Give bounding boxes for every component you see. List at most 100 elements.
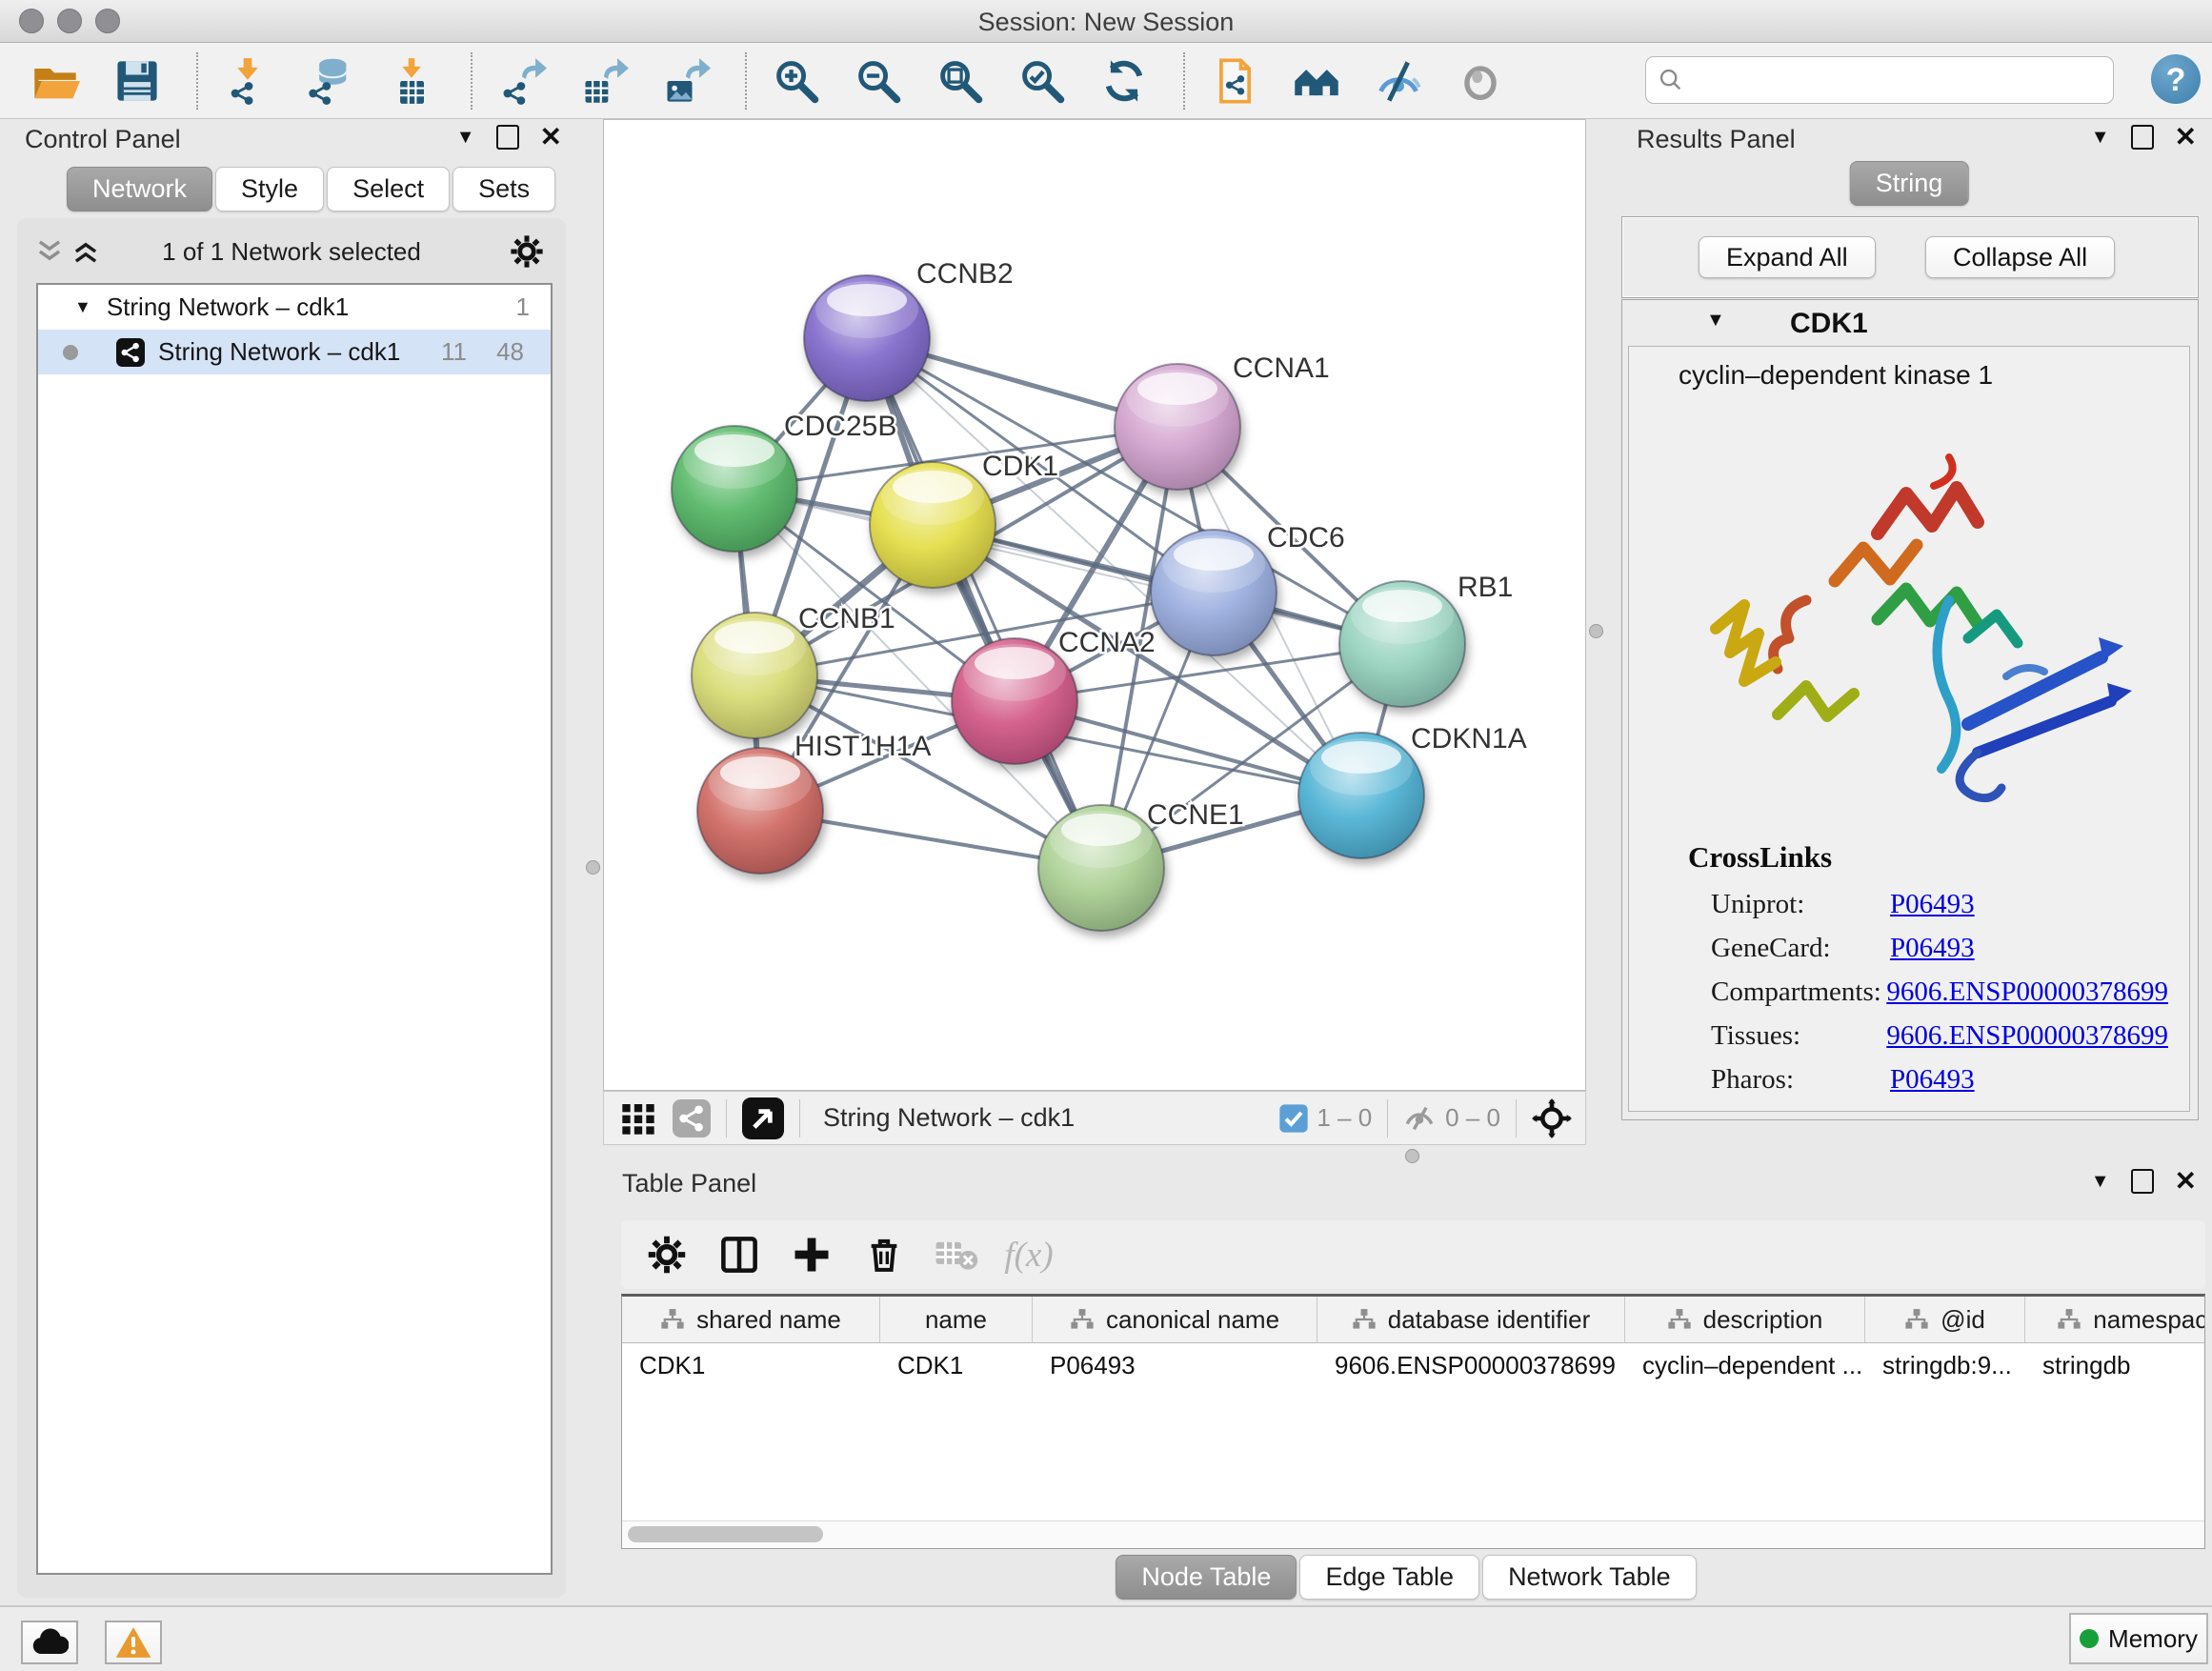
search-input[interactable] [1694,60,2103,100]
collapse-protein-icon[interactable]: ▼ [1706,310,1725,332]
cloud-icon [30,1627,69,1658]
delete-column-button[interactable] [857,1230,911,1279]
toolbar-separator [1183,52,1185,110]
crosslink-pharos--link[interactable]: P06493 [1890,1064,1975,1096]
network-row[interactable]: String Network – cdk1 11 48 [38,330,551,374]
close-panel-icon[interactable]: ✕ [2175,1171,2197,1192]
crosslink-label: Tissues: [1711,1020,1886,1052]
close-panel-icon[interactable]: ✕ [2175,127,2197,148]
zoom-in-button[interactable] [766,50,827,111]
control-panel-tabs: NetworkStyleSelectSets [67,167,558,211]
right-splitter[interactable] [1586,119,1606,1145]
tab-select[interactable]: Select [327,167,450,211]
tab-string[interactable]: String [1850,161,1969,206]
collection-expand-icon[interactable]: ▼ [74,297,91,317]
column-header-description[interactable]: description [1625,1297,1865,1342]
crosslink-tissues--link[interactable]: 9606.ENSP00000378699 [1886,1020,2168,1052]
network-collection-row[interactable]: ▼ String Network – cdk1 1 [38,285,551,330]
panel-menu-icon[interactable]: ▼ [2091,127,2110,149]
crosshair-icon[interactable] [1532,1098,1572,1138]
zoom-out-icon [854,56,903,106]
grid-view-icon[interactable] [619,1099,657,1137]
table-settings-button[interactable] [640,1230,694,1279]
tab-sets[interactable]: Sets [452,167,555,211]
string-home-button[interactable] [1286,50,1347,111]
tab-network[interactable]: Network [67,167,212,211]
column-header-shared-name[interactable]: shared name [622,1297,880,1342]
open-session-button[interactable] [25,50,86,111]
column-label: namespace [2093,1305,2205,1335]
import-table-button[interactable] [381,50,442,111]
share-view-icon[interactable] [673,1099,711,1137]
hidden-eye-icon[interactable] [1401,1102,1438,1135]
float-panel-icon[interactable] [2131,1169,2154,1194]
table-row[interactable]: CDK1CDK1P064939606.ENSP00000378699cyclin… [622,1343,2204,1387]
crosslink-genecard--link[interactable]: P06493 [1890,933,1975,964]
current-network-name: String Network – cdk1 [823,1103,1075,1133]
panel-menu-icon[interactable]: ▼ [2091,1171,2110,1193]
create-column-button[interactable] [785,1230,838,1279]
hide-graphics-button[interactable] [1368,50,1429,111]
warnings-button[interactable] [105,1621,162,1664]
column-header-database-identifier[interactable]: database identifier [1317,1297,1625,1342]
node-label: HIST1H1A [794,731,931,762]
float-panel-icon[interactable] [496,125,519,150]
toolbar-separator [745,52,747,110]
zoom-selected-button[interactable] [1012,50,1073,111]
column-type-icon [1667,1307,1692,1332]
plus-icon [792,1234,832,1276]
selected-checkbox-icon[interactable] [1278,1103,1309,1134]
float-panel-icon[interactable] [2131,125,2154,150]
collapse-all-button[interactable]: Collapse All [1925,236,2115,278]
gear-icon[interactable] [509,233,545,270]
zoom-out-button[interactable] [848,50,909,111]
crosslink-row: Pharos:P06493 [1711,1057,2168,1101]
toolbar-separator [471,52,473,110]
column-header-canonical-name[interactable]: canonical name [1033,1297,1317,1342]
zoom-fit-button[interactable] [930,50,991,111]
column-header-namespace[interactable]: namespace [2025,1297,2205,1342]
import-network-database-button[interactable] [299,50,360,111]
share-document-button[interactable] [1204,50,1265,111]
refresh-view-button[interactable] [1094,50,1155,111]
expand-collapse-box: Expand All Collapse All [1621,216,2199,298]
export-image-button[interactable] [655,50,716,111]
tab-style[interactable]: Style [215,167,324,211]
network-canvas[interactable]: CCNB2CCNA1CDC25BCDK1CDC6RB1CCNB1CCNA2CDK… [603,119,1586,1091]
scrollbar-thumb[interactable] [628,1526,823,1542]
export-table-button[interactable] [573,50,634,111]
function-builder-button[interactable]: f(x) [1002,1230,1056,1279]
crosslink-compartments--link[interactable]: 9606.ENSP00000378699 [1886,976,2168,1008]
clear-table-button[interactable] [930,1230,983,1279]
gear-icon [646,1234,688,1276]
node-label: CDC6 [1267,522,1345,554]
network-node-ccne1[interactable] [1038,805,1585,1090]
cloud-status-button[interactable] [21,1621,78,1664]
tab-edge-table[interactable]: Edge Table [1299,1555,1479,1600]
zoom-selected-icon [1017,56,1067,106]
column-header--id[interactable]: @id [1865,1297,2025,1342]
table-cell: CDK1 [880,1343,1033,1387]
table-cell: 9606.ENSP00000378699 [1317,1343,1625,1387]
protein-header[interactable]: ▼ CDK1 [1622,300,2198,344]
export-network-button[interactable] [492,50,553,111]
close-panel-icon[interactable]: ✕ [540,127,562,148]
table-horizontal-scrollbar[interactable] [622,1520,2204,1548]
help-button[interactable]: ? [2151,54,2201,104]
save-session-button[interactable] [107,50,168,111]
show-columns-button[interactable] [713,1230,766,1279]
column-header-name[interactable]: name [880,1297,1033,1342]
left-splitter[interactable] [583,119,603,1605]
birdseye-view-icon[interactable] [742,1097,784,1139]
tab-network-table[interactable]: Network Table [1482,1555,1697,1600]
panel-menu-icon[interactable]: ▼ [456,127,475,149]
memory-button[interactable]: Memory [2069,1613,2208,1664]
crosslink-uniprot--link[interactable]: P06493 [1890,889,1975,920]
search-box[interactable] [1645,56,2114,104]
tab-node-table[interactable]: Node Table [1116,1555,1297,1600]
show-graphics-button[interactable] [1450,50,1511,111]
expand-all-button[interactable]: Expand All [1699,236,1876,278]
import-network-button[interactable] [217,50,278,111]
horizontal-splitter[interactable] [603,1145,2212,1167]
network-edge[interactable] [867,338,1101,868]
